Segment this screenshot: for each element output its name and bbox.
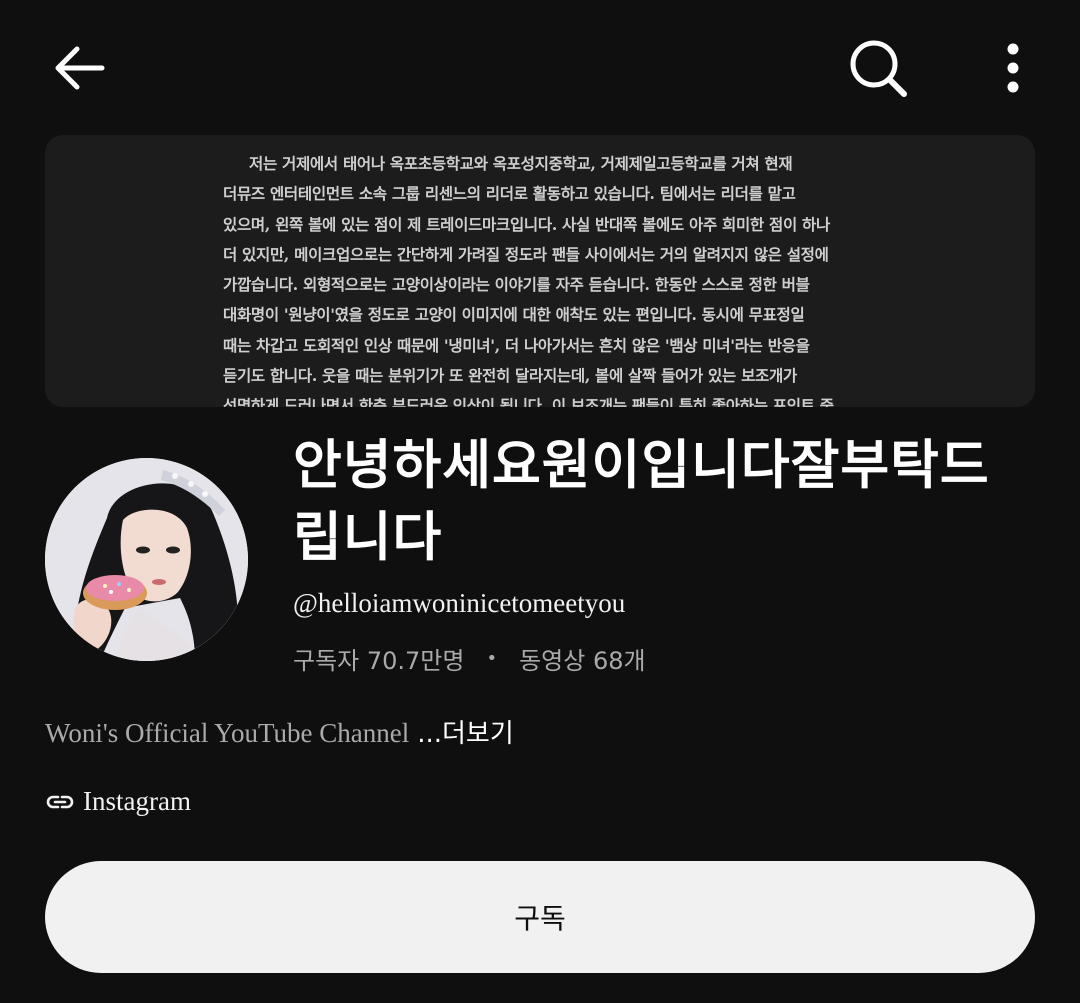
top-app-bar <box>0 0 1080 135</box>
channel-description[interactable]: Woni's Official YouTube Channel ...더보기 <box>45 713 514 750</box>
more-vertical-icon <box>1007 43 1019 93</box>
channel-banner: 저는 거제에서 태어나 옥포초등학교와 옥포성지중학교, 거제제일고등학교를 거… <box>45 135 1035 407</box>
more-link[interactable]: ...더보기 <box>417 713 514 750</box>
banner-text: 저는 거제에서 태어나 옥포초등학교와 옥포성지중학교, 거제제일고등학교를 거… <box>223 149 863 407</box>
banner-line: 가깝습니다. 외형적으로는 고양이상이라는 이야기를 자주 듣습니다. 한동안 … <box>223 275 810 295</box>
channel-title: 안녕하세요원이입니다잘부탁드립니다 <box>293 435 990 568</box>
banner-line: 더 있지만, 메이크업으로는 간단하게 가려질 정도라 팬들 사이에서는 거의 … <box>223 244 829 264</box>
channel-link[interactable]: Instagram <box>45 786 191 817</box>
banner-line: 저는 거제에서 태어나 옥포초등학교와 옥포성지중학교, 거제제일고등학교를 거… <box>249 154 793 173</box>
search-icon <box>850 40 907 97</box>
channel-avatar[interactable] <box>45 458 248 661</box>
banner-line: 선명하게 드러나면서 한층 부드러운 인상이 됩니다. 이 보조개는 팬들이 특… <box>223 396 834 407</box>
video-count: 동영상 68개 <box>519 647 646 675</box>
link-icon <box>45 792 75 812</box>
subscriber-count: 구독자 70.7만명 <box>293 647 465 675</box>
search-button[interactable] <box>836 28 920 108</box>
channel-handle: @helloiamwoninicetomeetyou <box>293 588 626 618</box>
instagram-link[interactable]: Instagram <box>83 786 191 817</box>
channel-stats: 구독자 70.7만명 • 동영상 68개 <box>293 641 646 676</box>
back-button[interactable] <box>36 30 120 106</box>
avatar-image <box>45 458 248 661</box>
more-options-button[interactable] <box>978 28 1048 108</box>
description-text: Woni's Official YouTube Channel <box>45 718 410 748</box>
banner-line: 있으며, 왼쪽 볼에 있는 점이 제 트레이드마크입니다. 사실 반대쪽 볼에도… <box>223 214 830 234</box>
subscribe-label: 구독 <box>514 902 566 935</box>
back-arrow-icon <box>55 46 105 90</box>
banner-line: 때는 차갑고 도회적인 인상 때문에 '냉미녀', 더 나아가서는 흔치 않은 … <box>223 335 810 355</box>
stats-separator: • <box>486 648 498 669</box>
subscribe-button[interactable]: 구독 <box>45 861 1035 973</box>
banner-line: 더뮤즈 엔터테인먼트 소속 그룹 리센느의 리더로 활동하고 있습니다. 팀에서… <box>223 184 796 204</box>
channel-page: 저는 거제에서 태어나 옥포초등학교와 옥포성지중학교, 거제제일고등학교를 거… <box>0 0 1080 1003</box>
banner-line: 듣기도 합니다. 웃을 때는 분위기가 또 완전히 달라지는데, 볼에 살짝 들… <box>223 366 797 386</box>
banner-line: 대화명이 '원냥이'였을 정도로 고양이 이미지에 대한 애착도 있는 편입니다… <box>223 305 805 325</box>
